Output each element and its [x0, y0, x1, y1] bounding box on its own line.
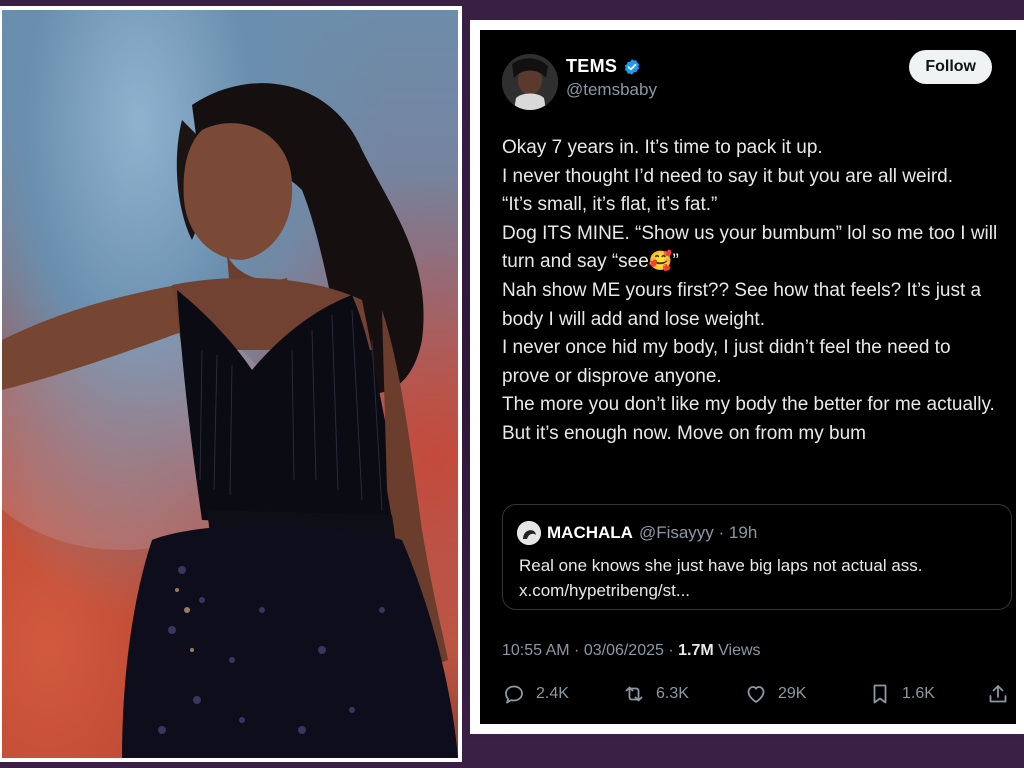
reply-button[interactable]: 2.4K [502, 682, 569, 706]
share-icon [989, 685, 1007, 703]
tweet-body-line: I never once hid my body, I just didn’t … [502, 337, 951, 387]
quoted-author-handle: @Fisayyy · 19h [638, 523, 758, 542]
tweet-body-line: Okay 7 years in. It’s time to pack it up… [502, 137, 823, 158]
tweet-card: TEMS @temsbaby Follow Okay 7 years in. I… [480, 30, 1016, 724]
tweet-body-line: Dog ITS MINE. “Show us your bumbum” lol … [502, 222, 998, 273]
avatar-image [502, 54, 558, 110]
views-count: 1.7M [678, 642, 714, 659]
views-label: Views [713, 642, 761, 659]
share-button[interactable] [986, 682, 1010, 706]
performer-illustration [2, 83, 458, 758]
tweet-body-line: The more you don’t like my body the bett… [502, 394, 995, 416]
tweet-body-line: “It’s small, it’s flat, it’s fat.” [502, 194, 718, 216]
like-button[interactable]: 29K [744, 682, 806, 706]
bookmark-count: 1.6K [902, 685, 935, 702]
quoted-tweet[interactable]: MACHALA @Fisayyy · 19h Real one knows sh… [502, 504, 1012, 610]
tweet-body-line: Nah show ME yours first?? See how that f… [502, 279, 982, 330]
photo-frame [0, 6, 462, 762]
tweet-body-line: I never thought I’d need to say it but y… [502, 165, 953, 187]
tweet-body: Okay 7 years in. It’s time to pack it up… [502, 134, 1002, 449]
follow-button[interactable]: Follow [909, 50, 992, 84]
quoted-tweet-text: Real one knows she just have big laps no… [519, 553, 999, 603]
author-display-name[interactable]: TEMS [566, 56, 617, 77]
author-handle[interactable]: @temsbaby [566, 80, 657, 100]
tweet-timestamp[interactable]: 10:55 AM · 03/06/2025 · [502, 642, 678, 659]
bookmark-button[interactable]: 1.6K [868, 682, 935, 706]
bookmark-icon [873, 684, 887, 704]
quoted-author-name[interactable]: MACHALA [547, 523, 633, 543]
quoted-text-line: Real one knows she just have big laps no… [519, 556, 923, 575]
quoted-author-avatar[interactable] [517, 521, 541, 545]
reply-count: 2.4K [536, 685, 569, 702]
repost-icon [625, 686, 643, 702]
author-avatar[interactable] [502, 54, 558, 110]
performer-photo [2, 10, 458, 758]
tweet-body-line: But it’s enough now. Move on from my bum [502, 422, 866, 444]
repost-count: 6.3K [656, 685, 689, 702]
quoted-avatar-image [517, 521, 541, 545]
verified-badge-icon [625, 58, 640, 75]
quoted-tweet-header: MACHALA @Fisayyy · 19h [517, 521, 757, 545]
action-bar: 2.4K 6.3K 29K 1.6K [502, 682, 1007, 710]
like-count: 29K [778, 685, 807, 702]
tweet-meta: 10:55 AM · 03/06/2025 · 1.7M Views [502, 642, 761, 660]
repost-button[interactable]: 6.3K [622, 682, 689, 706]
quoted-link[interactable]: x.com/hypetribeng/st... [519, 578, 999, 603]
reply-icon [505, 685, 523, 704]
author-name-row: TEMS [566, 56, 641, 77]
tweet-frame: TEMS @temsbaby Follow Okay 7 years in. I… [470, 20, 1024, 734]
like-icon [747, 686, 765, 703]
